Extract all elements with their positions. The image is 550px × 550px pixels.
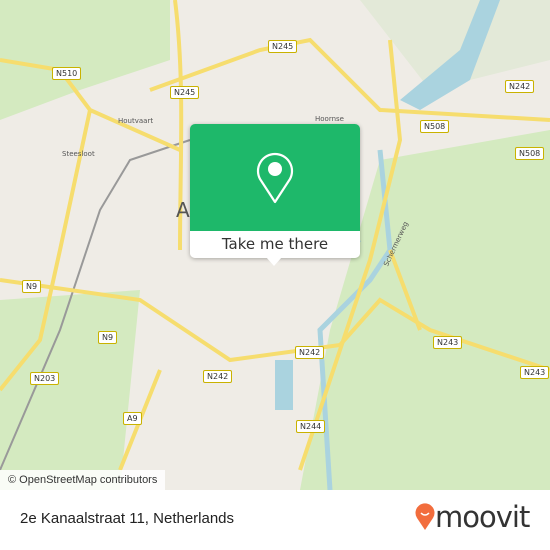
footer: 2e Kanaalstraat 11, Netherlands moovit: [0, 490, 550, 550]
road-label: N508: [420, 120, 450, 133]
road-label: N9: [22, 280, 42, 293]
destination-popup: Take me there: [190, 124, 360, 258]
road-label: N242: [203, 370, 233, 383]
road-label: N245: [268, 40, 298, 53]
green-area: [0, 290, 140, 490]
road-label: N510: [52, 67, 82, 80]
location-pin-icon: [256, 152, 294, 203]
street-label: Houtvaart: [118, 117, 154, 125]
moovit-logo[interactable]: moovit: [415, 500, 530, 534]
road-label: N243: [433, 336, 463, 349]
road-label: N203: [30, 372, 60, 385]
road-label: N508: [515, 147, 545, 160]
map-attribution[interactable]: © OpenStreetMap contributors: [0, 470, 166, 490]
popup-header: [190, 124, 360, 231]
street-label: Steesloot: [62, 150, 95, 158]
road-label: N242: [295, 346, 325, 359]
street-label: Hoornse: [315, 115, 344, 123]
logo-text: moovit: [435, 500, 530, 534]
popup-pointer: [266, 257, 282, 266]
road-label: N243: [520, 366, 550, 379]
road-label: A9: [123, 412, 142, 425]
moovit-pin-icon: [415, 503, 435, 530]
road-label: N242: [505, 80, 535, 93]
road-label: N245: [170, 86, 200, 99]
city-label: A: [176, 198, 190, 222]
take-me-there-button[interactable]: Take me there: [190, 231, 360, 258]
address-text: 2e Kanaalstraat 11, Netherlands: [20, 510, 235, 527]
water: [275, 360, 293, 410]
road-label: N9: [98, 331, 118, 344]
road-label: N244: [296, 420, 326, 433]
